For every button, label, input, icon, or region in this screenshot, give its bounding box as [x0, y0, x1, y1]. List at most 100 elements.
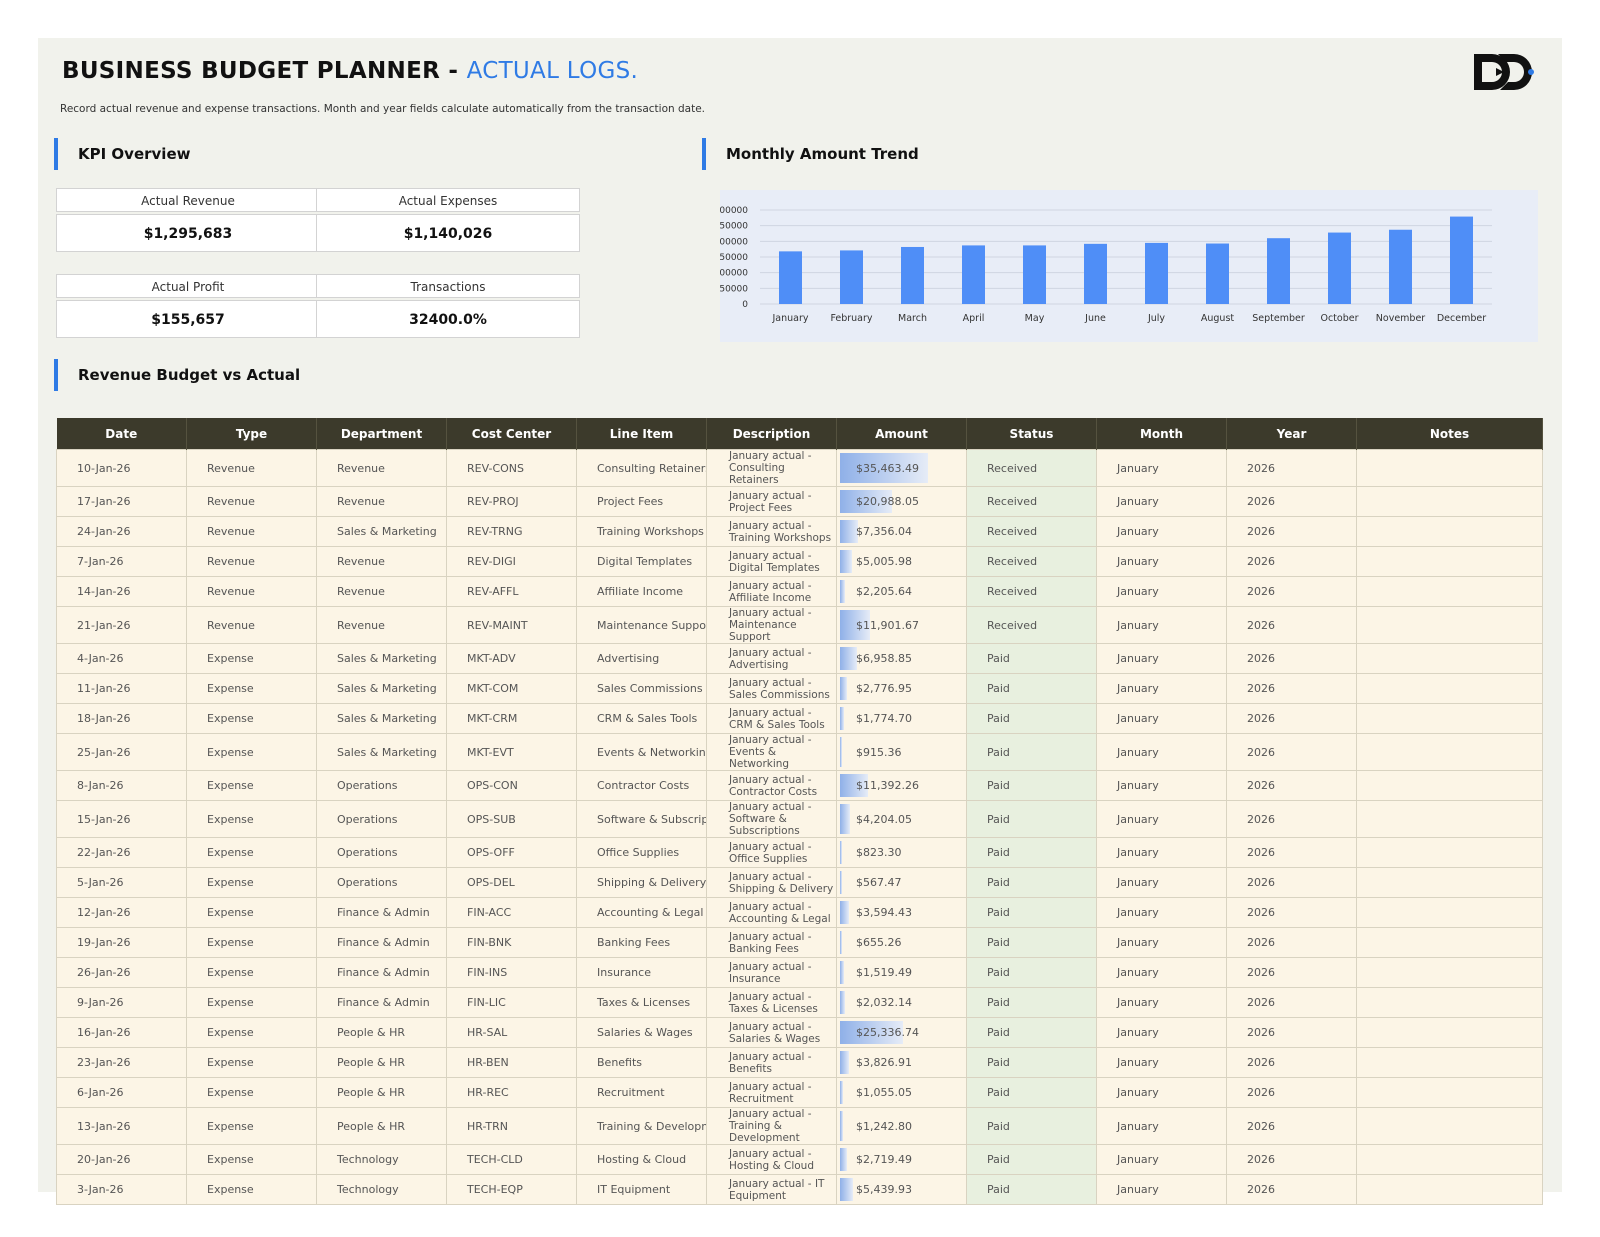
cell-year[interactable]: 2026	[1226, 1174, 1357, 1205]
cell-cost-center[interactable]: TECH-CLD	[446, 1144, 577, 1175]
cell-type[interactable]: Revenue	[186, 516, 317, 547]
cell-notes[interactable]	[1356, 987, 1543, 1018]
cell-year[interactable]: 2026	[1226, 957, 1357, 988]
cell-description[interactable]: January actual - CRM & Sales Tools	[706, 703, 837, 734]
cell-line-item[interactable]: Benefits	[576, 1047, 707, 1078]
cell-year[interactable]: 2026	[1226, 927, 1357, 958]
cell-line-item[interactable]: Software & Subscriptic	[576, 800, 707, 838]
table-row[interactable]: 17-Jan-26 Revenue Revenue REV-PROJ Project F…	[56, 486, 1543, 517]
cell-description[interactable]: January actual - Software & Subscription…	[706, 800, 837, 838]
cell-year[interactable]: 2026	[1226, 867, 1357, 898]
cell-date[interactable]: 14-Jan-26	[56, 576, 187, 607]
cell-type[interactable]: Expense	[186, 987, 317, 1018]
cell-amount[interactable]: $2,776.95	[836, 673, 967, 704]
cell-month[interactable]: January	[1096, 927, 1227, 958]
cell-month[interactable]: January	[1096, 673, 1227, 704]
cell-amount[interactable]: $35,463.49	[836, 449, 967, 487]
cell-date[interactable]: 13-Jan-26	[56, 1107, 187, 1145]
cell-amount[interactable]: $3,826.91	[836, 1047, 967, 1078]
cell-notes[interactable]	[1356, 1174, 1543, 1205]
cell-line-item[interactable]: Training Workshops	[576, 516, 707, 547]
cell-year[interactable]: 2026	[1226, 987, 1357, 1018]
cell-notes[interactable]	[1356, 1144, 1543, 1175]
cell-type[interactable]: Expense	[186, 1144, 317, 1175]
cell-description[interactable]: January actual - Insurance	[706, 957, 837, 988]
cell-department[interactable]: Sales & Marketing	[316, 643, 447, 674]
cell-line-item[interactable]: Recruitment	[576, 1077, 707, 1108]
cell-year[interactable]: 2026	[1226, 673, 1357, 704]
cell-type[interactable]: Expense	[186, 703, 317, 734]
cell-department[interactable]: Sales & Marketing	[316, 516, 447, 547]
cell-date[interactable]: 25-Jan-26	[56, 733, 187, 771]
cell-notes[interactable]	[1356, 867, 1543, 898]
cell-line-item[interactable]: Office Supplies	[576, 837, 707, 868]
cell-department[interactable]: Revenue	[316, 449, 447, 487]
table-row[interactable]: 4-Jan-26 Expense Sales & Marketing MKT-ADV A…	[56, 643, 1543, 674]
cell-line-item[interactable]: Sales Commissions	[576, 673, 707, 704]
cell-department[interactable]: Sales & Marketing	[316, 703, 447, 734]
cell-status[interactable]: Paid	[966, 987, 1097, 1018]
cell-line-item[interactable]: Salaries & Wages	[576, 1017, 707, 1048]
cell-description[interactable]: January actual - Salaries & Wages	[706, 1017, 837, 1048]
chart-bar[interactable]	[1023, 245, 1046, 304]
cell-notes[interactable]	[1356, 927, 1543, 958]
cell-notes[interactable]	[1356, 897, 1543, 928]
cell-cost-center[interactable]: OPS-CON	[446, 770, 577, 801]
chart-bar[interactable]	[1084, 243, 1107, 304]
table-row[interactable]: 5-Jan-26 Expense Operations OPS-DEL Shipping…	[56, 867, 1543, 898]
cell-status[interactable]: Paid	[966, 643, 1097, 674]
cell-month[interactable]: January	[1096, 486, 1227, 517]
cell-amount[interactable]: $7,356.04	[836, 516, 967, 547]
cell-type[interactable]: Expense	[186, 770, 317, 801]
cell-month[interactable]: January	[1096, 957, 1227, 988]
cell-month[interactable]: January	[1096, 1047, 1227, 1078]
cell-description[interactable]: January actual - Banking Fees	[706, 927, 837, 958]
cell-department[interactable]: People & HR	[316, 1017, 447, 1048]
cell-cost-center[interactable]: REV-PROJ	[446, 486, 577, 517]
cell-status[interactable]: Paid	[966, 867, 1097, 898]
cell-amount[interactable]: $2,032.14	[836, 987, 967, 1018]
cell-status[interactable]: Paid	[966, 1107, 1097, 1145]
cell-month[interactable]: January	[1096, 987, 1227, 1018]
cell-date[interactable]: 12-Jan-26	[56, 897, 187, 928]
cell-amount[interactable]: $655.26	[836, 927, 967, 958]
table-row[interactable]: 24-Jan-26 Revenue Sales & Marketing REV-TRN…	[56, 516, 1543, 547]
cell-notes[interactable]	[1356, 673, 1543, 704]
cell-status[interactable]: Paid	[966, 800, 1097, 838]
cell-notes[interactable]	[1356, 606, 1543, 644]
cell-notes[interactable]	[1356, 837, 1543, 868]
cell-status[interactable]: Paid	[966, 837, 1097, 868]
cell-cost-center[interactable]: FIN-BNK	[446, 927, 577, 958]
table-row[interactable]: 18-Jan-26 Expense Sales & Marketing MKT-CRM…	[56, 703, 1543, 734]
cell-type[interactable]: Expense	[186, 643, 317, 674]
cell-date[interactable]: 11-Jan-26	[56, 673, 187, 704]
cell-year[interactable]: 2026	[1226, 576, 1357, 607]
cell-month[interactable]: January	[1096, 770, 1227, 801]
cell-date[interactable]: 5-Jan-26	[56, 867, 187, 898]
cell-cost-center[interactable]: REV-MAINT	[446, 606, 577, 644]
cell-month[interactable]: January	[1096, 800, 1227, 838]
cell-date[interactable]: 10-Jan-26	[56, 449, 187, 487]
cell-notes[interactable]	[1356, 957, 1543, 988]
cell-cost-center[interactable]: OPS-DEL	[446, 867, 577, 898]
column-header[interactable]: Description	[706, 418, 837, 450]
table-row[interactable]: 7-Jan-26 Revenue Revenue REV-DIGI Digital Te…	[56, 546, 1543, 577]
cell-type[interactable]: Revenue	[186, 576, 317, 607]
cell-line-item[interactable]: Accounting & Legal	[576, 897, 707, 928]
column-header[interactable]: Cost Center	[446, 418, 577, 450]
cell-month[interactable]: January	[1096, 546, 1227, 577]
cell-type[interactable]: Revenue	[186, 449, 317, 487]
cell-type[interactable]: Expense	[186, 800, 317, 838]
cell-year[interactable]: 2026	[1226, 837, 1357, 868]
cell-month[interactable]: January	[1096, 867, 1227, 898]
cell-line-item[interactable]: Project Fees	[576, 486, 707, 517]
cell-department[interactable]: Sales & Marketing	[316, 673, 447, 704]
cell-cost-center[interactable]: MKT-CRM	[446, 703, 577, 734]
cell-date[interactable]: 8-Jan-26	[56, 770, 187, 801]
table-row[interactable]: 6-Jan-26 Expense People & HR HR-REC Recruitm…	[56, 1077, 1543, 1108]
cell-amount[interactable]: $11,392.26	[836, 770, 967, 801]
column-header[interactable]: Department	[316, 418, 447, 450]
cell-date[interactable]: 6-Jan-26	[56, 1077, 187, 1108]
cell-amount[interactable]: $20,988.05	[836, 486, 967, 517]
cell-line-item[interactable]: Training & Developme	[576, 1107, 707, 1145]
